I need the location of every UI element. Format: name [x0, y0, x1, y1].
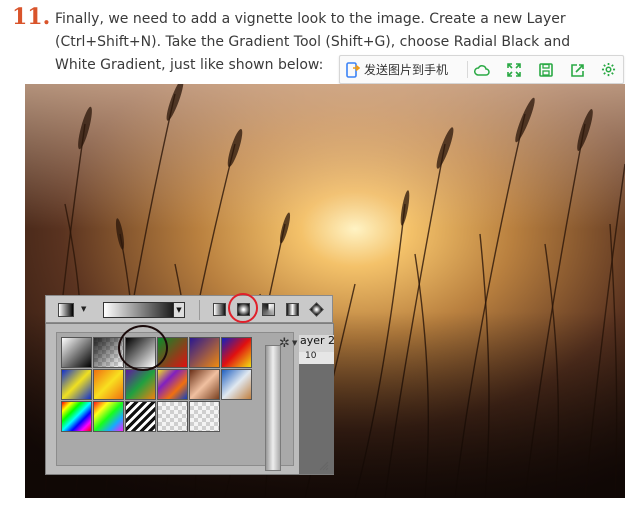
preset-swatch[interactable] [61, 401, 92, 432]
gradient-picker-dropdown[interactable]: ▼ [173, 302, 185, 318]
instruction-line-2: (Ctrl+Shift+N). Take the Gradient Tool (… [55, 34, 571, 50]
share-icon [570, 63, 584, 77]
settings-icon [601, 62, 616, 77]
send-to-phone-label: 发送图片到手机 [364, 63, 449, 77]
preset-swatch[interactable] [157, 401, 188, 432]
preset-swatch[interactable] [221, 369, 252, 400]
layer-tab-label: ayer 2 [300, 334, 336, 347]
canvas-edge [299, 364, 334, 474]
preset-swatch[interactable] [157, 369, 188, 400]
preset-swatch[interactable] [189, 401, 220, 432]
save-button[interactable] [536, 60, 555, 79]
step-number: 11. [12, 4, 51, 30]
preset-scrollbar[interactable] [265, 345, 281, 471]
settings-button[interactable] [599, 60, 618, 79]
black-white-highlight-annotation [118, 325, 168, 371]
preset-swatch[interactable] [189, 337, 220, 368]
share-button[interactable] [568, 60, 587, 79]
radial-highlight-annotation [228, 293, 258, 323]
gradient-editor-field[interactable] [103, 302, 183, 318]
resize-grip-icon[interactable] [319, 461, 329, 471]
angle-gradient-button[interactable] [262, 303, 275, 316]
ruler-label: 10 [305, 351, 317, 361]
gradient-preset-picker: ✲ ▼ ayer 2 10 [45, 323, 336, 475]
reflected-gradient-button[interactable] [286, 303, 299, 316]
phone-send-icon [346, 61, 360, 78]
save-icon [538, 62, 553, 77]
preset-grid [56, 332, 294, 471]
linear-gradient-button[interactable] [213, 303, 226, 316]
cloud-icon [473, 64, 490, 76]
gradient-options-bar: ▼ ▼ [45, 295, 333, 323]
image-float-toolbar: 发送图片到手机 [339, 55, 624, 84]
chevron-down-icon[interactable]: ▼ [81, 305, 86, 313]
chevron-down-icon[interactable]: ▼ [292, 339, 297, 347]
preset-swatch[interactable] [93, 401, 124, 432]
cloud-button[interactable] [472, 60, 491, 79]
diamond-gradient-button[interactable] [309, 302, 324, 317]
preset-swatch[interactable] [61, 337, 92, 368]
instruction-line-1: Finally, we need to add a vignette look … [55, 11, 566, 27]
tool-preset-picker[interactable] [58, 303, 74, 317]
gear-icon[interactable]: ✲ [279, 336, 290, 351]
preset-swatch[interactable] [125, 401, 156, 432]
fullscreen-button[interactable] [504, 60, 523, 79]
preset-swatch[interactable] [61, 369, 92, 400]
instruction-line-3: White Gradient, just like shown below: [55, 57, 324, 73]
preset-swatch[interactable] [189, 369, 220, 400]
send-to-phone-button[interactable]: 发送图片到手机 [346, 59, 448, 80]
expand-icon [506, 62, 521, 77]
preset-swatch[interactable] [93, 369, 124, 400]
options-divider [199, 300, 200, 320]
preset-swatch[interactable] [125, 369, 156, 400]
preset-swatch[interactable] [221, 337, 252, 368]
toolbar-divider [467, 61, 468, 78]
